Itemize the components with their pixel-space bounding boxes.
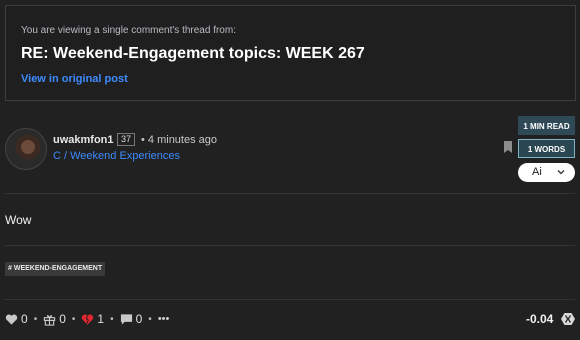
hearts-count: 1	[97, 312, 105, 326]
divider	[5, 193, 575, 194]
separator-dot: •	[110, 313, 114, 325]
likes-count: 0	[21, 312, 28, 326]
view-original-post-link[interactable]: View in original post	[21, 73, 128, 85]
thread-title[interactable]: RE: Weekend-Engagement topics: WEEK 267	[21, 45, 365, 63]
word-count-badge: 1 WORDS	[518, 139, 575, 158]
divider	[5, 299, 575, 300]
hive-icon	[561, 313, 575, 325]
ai-dropdown[interactable]: Ai	[518, 163, 575, 182]
broken-heart-icon[interactable]	[81, 313, 94, 326]
more-options-icon[interactable]: •••	[158, 313, 170, 325]
comments-count: 0	[135, 312, 143, 326]
gifts-count: 0	[59, 312, 66, 326]
community-link[interactable]: C / Weekend Experiences	[53, 150, 180, 162]
comment-body: Wow	[5, 213, 32, 227]
tag-chip[interactable]: # WEEKEND-ENGAGEMENT	[5, 262, 106, 276]
payout-value[interactable]: -0.04	[526, 312, 553, 326]
notice-text: You are viewing a single comment's threa…	[21, 25, 236, 36]
separator-dot: •	[71, 313, 76, 325]
avatar[interactable]	[5, 128, 47, 170]
action-bar: 0 • 0 • 1 • 0 • •••	[5, 311, 169, 327]
gift-icon[interactable]	[43, 313, 56, 326]
author-name[interactable]: uwakmfon1	[53, 134, 114, 146]
read-time-badge: 1 MIN READ	[518, 116, 575, 135]
like-heart-icon[interactable]	[5, 313, 18, 326]
separator-dot: •	[33, 313, 38, 325]
chevron-down-icon	[557, 170, 565, 175]
reputation-badge: 37	[117, 133, 135, 146]
post-time: • 4 minutes ago	[141, 134, 218, 146]
divider	[5, 245, 575, 246]
comment-icon[interactable]	[120, 313, 133, 326]
ai-dropdown-label: Ai	[532, 166, 542, 178]
bookmark-icon[interactable]	[504, 141, 512, 153]
thread-notice: You are viewing a single comment's threa…	[5, 5, 576, 101]
separator-dot: •	[148, 313, 152, 325]
